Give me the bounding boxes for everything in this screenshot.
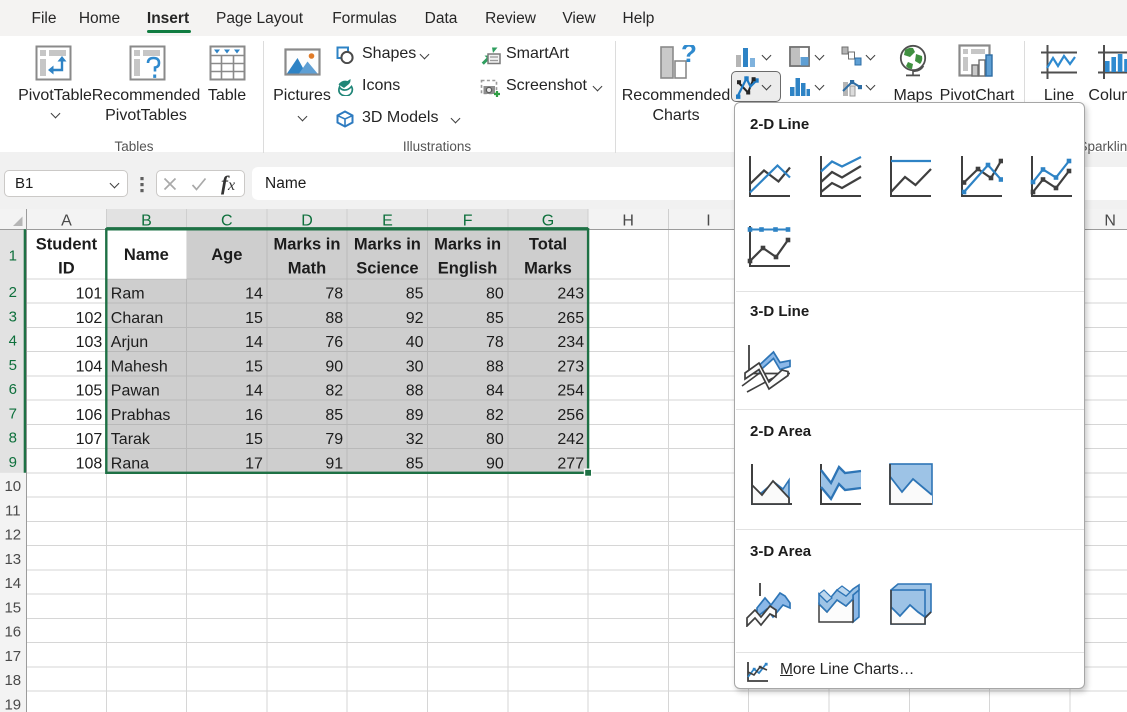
svg-text:15: 15 bbox=[245, 431, 263, 448]
svg-text:Age: Age bbox=[211, 246, 242, 264]
svg-text:H: H bbox=[622, 212, 634, 229]
svg-text:273: 273 bbox=[557, 358, 584, 375]
svg-text:Student: Student bbox=[36, 236, 98, 254]
svg-text:80: 80 bbox=[486, 431, 504, 448]
svg-text:105: 105 bbox=[76, 383, 103, 400]
svg-text:Marks in: Marks in bbox=[434, 236, 501, 254]
svg-text:85: 85 bbox=[325, 407, 343, 424]
svg-text:85: 85 bbox=[406, 286, 424, 303]
svg-text:88: 88 bbox=[325, 310, 343, 327]
svg-text:1: 1 bbox=[9, 247, 17, 264]
svg-text:90: 90 bbox=[325, 358, 343, 375]
svg-text:234: 234 bbox=[557, 334, 584, 351]
svg-text:?: ? bbox=[681, 45, 696, 68]
svg-text:F: F bbox=[463, 212, 473, 229]
svg-text:10: 10 bbox=[4, 478, 21, 495]
svg-text:14: 14 bbox=[4, 575, 21, 592]
svg-text:91: 91 bbox=[325, 455, 343, 472]
svg-text:Math: Math bbox=[288, 260, 327, 278]
svg-text:78: 78 bbox=[325, 286, 343, 303]
svg-text:Marks in: Marks in bbox=[274, 236, 341, 254]
svg-text:16: 16 bbox=[4, 624, 21, 641]
svg-text:243: 243 bbox=[557, 286, 584, 303]
svg-text:277: 277 bbox=[557, 455, 584, 472]
svg-text:106: 106 bbox=[76, 407, 103, 424]
svg-text:256: 256 bbox=[557, 407, 584, 424]
svg-text:7: 7 bbox=[9, 406, 17, 423]
svg-text:I: I bbox=[706, 212, 710, 229]
svg-text:5: 5 bbox=[9, 357, 17, 374]
svg-text:14: 14 bbox=[245, 383, 263, 400]
svg-text:G: G bbox=[542, 212, 554, 229]
svg-text:88: 88 bbox=[486, 358, 504, 375]
svg-text:18: 18 bbox=[4, 672, 21, 689]
svg-text:103: 103 bbox=[76, 334, 103, 351]
svg-text:101: 101 bbox=[76, 286, 103, 303]
svg-text:Marks in: Marks in bbox=[354, 236, 421, 254]
svg-text:A: A bbox=[61, 212, 72, 229]
svg-text:Rana: Rana bbox=[111, 455, 149, 472]
svg-text:88: 88 bbox=[406, 383, 424, 400]
svg-text:14: 14 bbox=[245, 334, 263, 351]
svg-text:16: 16 bbox=[245, 407, 263, 424]
svg-text:15: 15 bbox=[4, 600, 21, 617]
svg-text:84: 84 bbox=[486, 383, 504, 400]
svg-text:82: 82 bbox=[486, 407, 504, 424]
svg-text:107: 107 bbox=[76, 431, 103, 448]
svg-text:254: 254 bbox=[557, 383, 584, 400]
svg-text:265: 265 bbox=[557, 310, 584, 327]
svg-text:32: 32 bbox=[406, 431, 424, 448]
svg-text:17: 17 bbox=[4, 648, 21, 665]
svg-text:92: 92 bbox=[406, 310, 424, 327]
svg-text:242: 242 bbox=[557, 431, 584, 448]
svg-text:13: 13 bbox=[4, 551, 21, 568]
svg-text:4: 4 bbox=[9, 333, 17, 350]
svg-text:D: D bbox=[301, 212, 313, 229]
svg-text:40: 40 bbox=[406, 334, 424, 351]
svg-text:English: English bbox=[438, 260, 498, 278]
svg-text:102: 102 bbox=[76, 310, 103, 327]
svg-text:108: 108 bbox=[76, 455, 103, 472]
svg-text:3: 3 bbox=[9, 309, 17, 326]
svg-text:79: 79 bbox=[325, 431, 343, 448]
svg-text:Ram: Ram bbox=[111, 286, 145, 303]
svg-text:15: 15 bbox=[245, 358, 263, 375]
svg-text:15: 15 bbox=[245, 310, 263, 327]
svg-text:9: 9 bbox=[9, 454, 17, 471]
svg-text:104: 104 bbox=[76, 358, 103, 375]
svg-text:82: 82 bbox=[325, 383, 343, 400]
svg-text:Total: Total bbox=[529, 236, 567, 254]
svg-text:90: 90 bbox=[486, 455, 504, 472]
svg-text:E: E bbox=[382, 212, 393, 229]
svg-text:78: 78 bbox=[486, 334, 504, 351]
svg-text:ID: ID bbox=[58, 260, 75, 278]
svg-text:Pawan: Pawan bbox=[111, 383, 160, 400]
svg-text:80: 80 bbox=[486, 286, 504, 303]
svg-text:Marks: Marks bbox=[524, 260, 572, 278]
svg-text:11: 11 bbox=[5, 503, 21, 520]
svg-text:6: 6 bbox=[9, 381, 17, 398]
svg-text:Science: Science bbox=[356, 260, 418, 278]
svg-text:Charan: Charan bbox=[111, 310, 163, 327]
svg-text:76: 76 bbox=[325, 334, 343, 351]
svg-text:12: 12 bbox=[4, 527, 21, 544]
svg-text:85: 85 bbox=[406, 455, 424, 472]
svg-text:Tarak: Tarak bbox=[111, 431, 151, 448]
svg-text:B: B bbox=[141, 212, 152, 229]
svg-text:Arjun: Arjun bbox=[111, 334, 148, 351]
svg-text:19: 19 bbox=[4, 697, 21, 712]
svg-text:8: 8 bbox=[9, 430, 17, 447]
svg-text:85: 85 bbox=[486, 310, 504, 327]
svg-text:14: 14 bbox=[245, 286, 263, 303]
svg-text:17: 17 bbox=[245, 455, 263, 472]
svg-text:2: 2 bbox=[9, 284, 17, 301]
svg-text:N: N bbox=[1104, 212, 1116, 229]
svg-text:Name: Name bbox=[124, 246, 169, 264]
svg-text:30: 30 bbox=[406, 358, 424, 375]
svg-text:89: 89 bbox=[406, 407, 424, 424]
svg-text:Mahesh: Mahesh bbox=[111, 358, 168, 375]
svg-text:C: C bbox=[221, 212, 233, 229]
svg-text:Prabhas: Prabhas bbox=[111, 407, 171, 424]
